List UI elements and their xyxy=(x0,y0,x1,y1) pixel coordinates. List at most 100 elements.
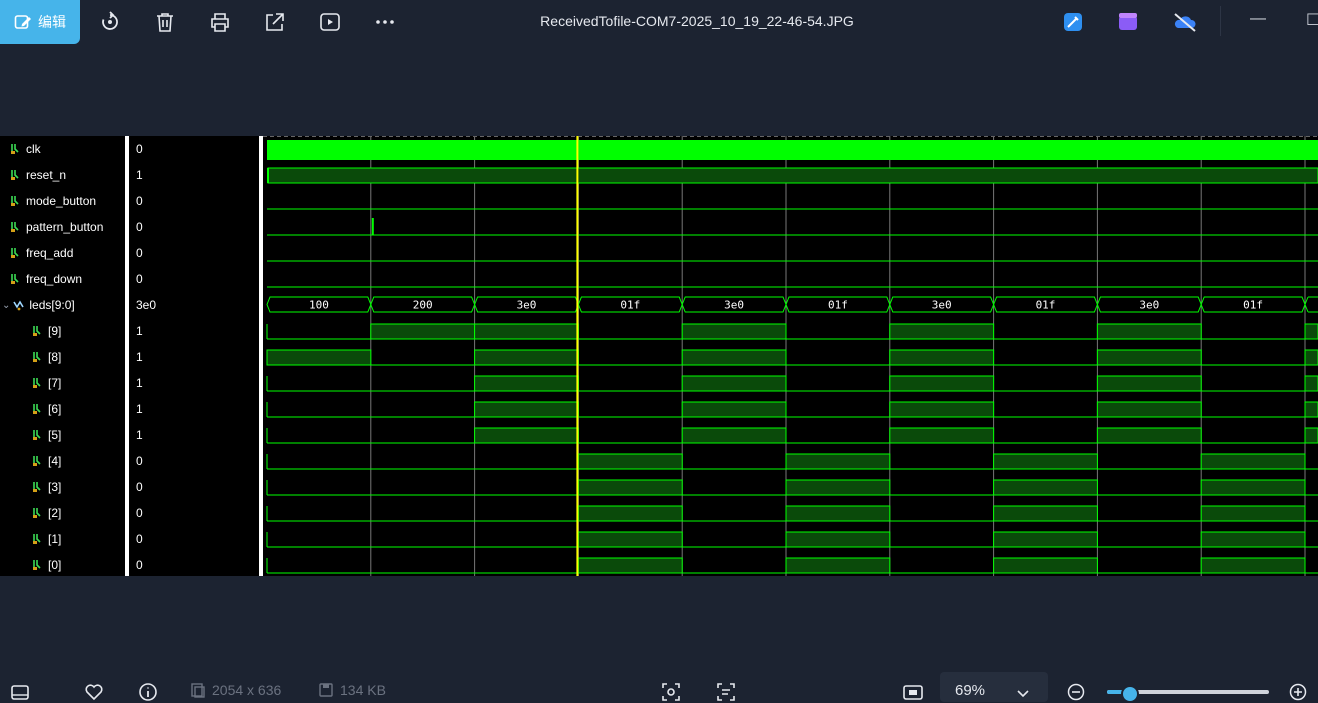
bit-high-segment xyxy=(681,375,787,392)
signal-value: 0 xyxy=(136,454,143,468)
signal-name: freq_down xyxy=(26,272,83,286)
more-icon[interactable] xyxy=(373,10,397,34)
signal-name: mode_button xyxy=(26,194,97,208)
designer-app-icon[interactable] xyxy=(1062,11,1084,33)
signal-name: pattern_button xyxy=(26,220,104,234)
onedrive-offline-icon[interactable] xyxy=(1172,11,1198,33)
signal-row[interactable]: [3] xyxy=(32,474,61,500)
bit-high-segment xyxy=(577,557,683,574)
bit-high-segment xyxy=(1096,427,1202,444)
bit-high-segment xyxy=(993,479,1098,496)
bit-high-segment xyxy=(785,557,891,574)
signal-icon xyxy=(33,508,41,518)
bit-high-segment xyxy=(577,479,683,496)
signal-icon xyxy=(11,170,19,180)
bit-high-segment xyxy=(889,349,995,366)
signal-icon xyxy=(33,560,41,570)
maximize-button[interactable]: ☐ xyxy=(1306,10,1318,30)
expand-chevron-icon[interactable]: ⌄ xyxy=(2,300,10,311)
signal-name: reset_n xyxy=(26,168,67,182)
zoom-in-icon[interactable] xyxy=(1288,682,1308,702)
signal-row[interactable]: [2] xyxy=(32,500,61,526)
signal-row[interactable]: [6] xyxy=(32,396,61,422)
signal-value: 1 xyxy=(136,428,143,442)
signal-row[interactable]: [5] xyxy=(32,422,61,448)
clipchamp-app-icon[interactable] xyxy=(1117,11,1139,33)
image-dimensions: 2054 x 636 xyxy=(190,682,281,698)
signal-icon xyxy=(33,352,41,362)
filmstrip-icon[interactable] xyxy=(10,682,30,702)
zoom-slider-thumb[interactable] xyxy=(1120,685,1139,703)
waveform-area: 100 200 3e0 01f 3e0 01f 3e0 01f 3e0 01f xyxy=(263,136,1318,576)
signal-row[interactable]: freq_down xyxy=(10,266,82,292)
image-canvas[interactable]: clk reset_n mode_button pattern_button freq_… xyxy=(0,136,1318,576)
signal-row[interactable]: [8] xyxy=(32,344,61,370)
file-size: 134 KB xyxy=(318,682,386,698)
zoom-out-icon[interactable] xyxy=(1066,682,1086,702)
slideshow-icon[interactable] xyxy=(318,10,342,34)
signal-icon xyxy=(11,274,19,284)
window-title: ReceivedTofile-COM7-2025_10_19_22-46-54.… xyxy=(540,13,854,29)
favorite-icon[interactable] xyxy=(84,682,104,702)
bus-icon xyxy=(13,300,25,311)
bit-high-segment xyxy=(1200,479,1306,496)
bit-high-segment xyxy=(889,401,995,418)
bit-high-segment xyxy=(1096,323,1202,340)
signal-row[interactable]: mode_button xyxy=(10,188,96,214)
signal-name: [4] xyxy=(48,454,62,468)
edit-button[interactable]: 编辑 xyxy=(0,0,80,44)
toolbar: 编辑 ReceivedTofile-COM7-2025_10_19_22-46-… xyxy=(0,0,1318,44)
signal-row[interactable]: [7] xyxy=(32,370,61,396)
share-icon[interactable] xyxy=(263,10,287,34)
signal-value-column: 0 1 0 0 0 0 3e0 1 1 1 1 1 0 0 0 0 0 xyxy=(130,136,260,576)
bit-high-segment xyxy=(681,349,787,366)
minimize-button[interactable]: — xyxy=(1250,10,1266,28)
bit-high-segment xyxy=(785,505,891,522)
signal-row[interactable]: freq_add xyxy=(10,240,73,266)
info-icon[interactable] xyxy=(138,682,158,702)
signal-name: [9] xyxy=(48,324,62,338)
toolbar-divider xyxy=(1220,6,1221,36)
dimensions-text: 2054 x 636 xyxy=(212,682,282,698)
bit-high-segment xyxy=(1200,557,1306,574)
signal-row[interactable]: clk xyxy=(10,136,41,162)
bus-value-label: 01f xyxy=(1036,299,1056,312)
chevron-down-icon[interactable] xyxy=(1015,682,1031,702)
signal-value: 1 xyxy=(136,402,143,416)
bit-high-segment xyxy=(889,323,995,340)
signal-row[interactable]: [1] xyxy=(32,526,61,552)
statusbar: 2054 x 636 134 KB 69% xyxy=(0,662,1318,703)
bit-high-segment xyxy=(474,349,579,366)
signal-icon xyxy=(33,378,41,388)
signal-row[interactable]: ⌄ leds[9:0] xyxy=(2,292,75,318)
signal-row[interactable]: [4] xyxy=(32,448,61,474)
bit-high-segment xyxy=(1304,349,1318,366)
bit-high-segment xyxy=(1304,375,1318,392)
bit-high-segment xyxy=(577,505,683,522)
bus-value-label: 3e0 xyxy=(517,299,537,312)
bus-segment xyxy=(1304,296,1318,313)
face-scan-icon[interactable] xyxy=(661,682,681,702)
text-scan-icon[interactable] xyxy=(716,682,736,702)
bit-high-segment xyxy=(474,401,579,418)
signal-icon xyxy=(33,430,41,440)
signal-row[interactable]: reset_n xyxy=(10,162,66,188)
rotate-icon[interactable] xyxy=(98,10,122,34)
filesize-text: 134 KB xyxy=(340,682,386,698)
signal-value: 0 xyxy=(136,272,143,286)
signal-value: 1 xyxy=(136,168,143,182)
signal-row[interactable]: pattern_button xyxy=(10,214,103,240)
delete-icon[interactable] xyxy=(153,10,177,34)
signal-row[interactable]: [0] xyxy=(32,552,61,576)
signal-name: [1] xyxy=(48,532,62,546)
signal-icon xyxy=(11,222,19,232)
bit-high-segment xyxy=(1304,401,1318,418)
clk-waveform xyxy=(267,140,1318,160)
signal-value: 0 xyxy=(136,194,143,208)
bit-high-segment xyxy=(1200,531,1306,548)
bit-high-segment xyxy=(266,349,372,366)
print-icon[interactable] xyxy=(208,10,232,34)
fit-to-window-icon[interactable] xyxy=(902,682,924,702)
signal-row[interactable]: [9] xyxy=(32,318,61,344)
signal-name: [6] xyxy=(48,402,62,416)
